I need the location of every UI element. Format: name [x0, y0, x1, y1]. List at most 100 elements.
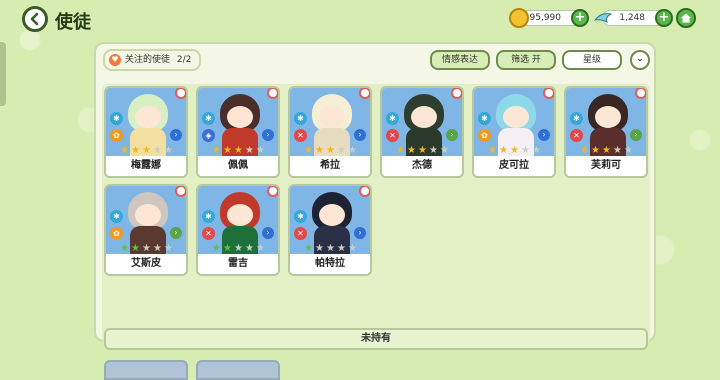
character-name: 雷吉 [198, 254, 278, 274]
star-icon: ★ [418, 145, 427, 156]
star-icon: ★ [131, 243, 140, 254]
bird-gem-icon [593, 13, 613, 24]
class-icon: ✕ [570, 129, 583, 142]
star-rating: ★ ★ ★ ★ ★ [212, 146, 266, 156]
star-rating: ★ ★ ★ ★ ★ [580, 146, 634, 156]
portrait-face [595, 106, 621, 128]
sort-star-button[interactable]: 星级 [562, 50, 622, 70]
star-icon: ★ [164, 243, 173, 254]
arrow-right-icon: › [630, 129, 642, 141]
filter-toggle-button[interactable]: 筛选 开 [496, 50, 556, 70]
favorite-filter-chip[interactable]: ♥ 关注的使徒 2/2 [103, 49, 202, 71]
chevron-left-icon [30, 12, 39, 26]
home-icon [681, 13, 691, 23]
portrait-face [227, 204, 253, 226]
element-snow-icon: ✱ [570, 112, 583, 125]
gold-counter: 295,990 + [509, 8, 589, 28]
star-rating: ★ ★ ★ ★ ★ [120, 244, 174, 254]
star-rating: ★ ★ ★ ★ ★ [120, 146, 174, 156]
star-icon: ★ [212, 243, 221, 254]
star-icon: ★ [602, 145, 611, 156]
character-card[interactable]: ✱ ✿ › ★ ★ ★ ★ ★ 艾斯皮 [104, 184, 188, 276]
star-icon: ★ [580, 145, 589, 156]
character-card[interactable]: ✱ ✕ › ★ ★ ★ ★ ★ 希拉 [288, 86, 372, 178]
star-icon: ★ [304, 145, 313, 156]
star-icon: ★ [429, 145, 438, 156]
star-icon: ★ [234, 243, 243, 254]
favorite-pin-icon[interactable] [267, 186, 278, 197]
star-icon: ★ [488, 145, 497, 156]
element-snow-icon: ✱ [386, 112, 399, 125]
back-button[interactable] [22, 6, 48, 32]
add-gold-button[interactable]: + [571, 9, 589, 27]
gold-coin-icon [509, 8, 529, 28]
character-card[interactable]: ✱ ✕ › ★ ★ ★ ★ ★ 芙莉可 [564, 86, 648, 178]
element-snow-icon: ✱ [478, 112, 491, 125]
unowned-card[interactable] [196, 360, 280, 380]
character-card[interactable]: ✱ ✕ › ★ ★ ★ ★ ★ 帕特拉 [288, 184, 372, 276]
character-card[interactable]: ✱ ✕ › ★ ★ ★ ★ ★ 雷吉 [196, 184, 280, 276]
star-icon: ★ [120, 145, 129, 156]
star-icon: ★ [613, 145, 622, 156]
star-icon: ★ [304, 243, 313, 254]
star-icon: ★ [315, 145, 324, 156]
star-rating: ★ ★ ★ ★ ★ [396, 146, 450, 156]
emotion-button[interactable]: 情感表达 [430, 50, 490, 70]
character-card[interactable]: ✱ ◈ › ★ ★ ★ ★ ★ 佩佩 [196, 86, 280, 178]
arrow-right-icon: › [170, 129, 182, 141]
star-icon: ★ [521, 145, 530, 156]
character-name: 皮可拉 [474, 156, 554, 176]
home-button[interactable] [676, 8, 696, 28]
favorite-pin-icon[interactable] [175, 186, 186, 197]
star-icon: ★ [326, 243, 335, 254]
star-icon: ★ [499, 145, 508, 156]
favorite-pin-icon[interactable] [267, 88, 278, 99]
star-icon: ★ [245, 145, 254, 156]
portrait-face [503, 106, 529, 128]
add-gem-button[interactable]: + [655, 9, 673, 27]
star-icon: ★ [348, 243, 357, 254]
character-name: 帕特拉 [290, 254, 370, 274]
star-icon: ★ [440, 145, 449, 156]
favorite-pin-icon[interactable] [451, 88, 462, 99]
star-icon: ★ [337, 243, 346, 254]
star-rating: ★ ★ ★ ★ ★ [488, 146, 542, 156]
star-icon: ★ [624, 145, 633, 156]
character-card[interactable]: ✱ ✿ › ★ ★ ★ ★ ★ 梅露娜 [104, 86, 188, 178]
favorite-pin-icon[interactable] [359, 186, 370, 197]
sort-direction-button[interactable]: ⌄ [630, 50, 650, 70]
character-card[interactable]: ✱ ✕ › ★ ★ ★ ★ ★ 杰德 [380, 86, 464, 178]
arrow-right-icon: › [446, 129, 458, 141]
class-icon: ✕ [294, 227, 307, 240]
arrow-right-icon: › [262, 227, 274, 239]
favorite-pin-icon[interactable] [635, 88, 646, 99]
unowned-card[interactable] [104, 360, 188, 380]
unowned-section-header[interactable]: 未持有 [104, 328, 648, 350]
favorite-pin-icon[interactable] [175, 88, 186, 99]
star-icon: ★ [131, 145, 140, 156]
character-grid: ✱ ✿ › ★ ★ ★ ★ ★ 梅露娜 ✱ ◈ › ★ ★ ★ ★ ★ 佩佩 ✱ ✕ › ★ ★ ★… [102, 84, 650, 380]
star-icon: ★ [223, 145, 232, 156]
star-icon: ★ [153, 243, 162, 254]
star-icon: ★ [348, 145, 357, 156]
page-title: 使徒 [55, 12, 91, 33]
class-icon: ◈ [202, 129, 215, 142]
favorite-pin-icon[interactable] [359, 88, 370, 99]
portrait-face [135, 204, 161, 226]
star-icon: ★ [256, 145, 265, 156]
star-icon: ★ [510, 145, 519, 156]
character-name: 梅露娜 [106, 156, 186, 176]
star-icon: ★ [212, 145, 221, 156]
side-tab-handle[interactable] [0, 42, 6, 106]
element-snow-icon: ✱ [202, 210, 215, 223]
favorite-pin-icon[interactable] [543, 88, 554, 99]
element-snow-icon: ✱ [202, 112, 215, 125]
element-snow-icon: ✱ [294, 210, 307, 223]
gem-counter: 1,248 + [593, 9, 673, 27]
arrow-right-icon: › [354, 227, 366, 239]
class-icon: ✿ [478, 129, 491, 142]
star-rating: ★ ★ ★ ★ ★ [304, 244, 358, 254]
portrait-face [227, 106, 253, 128]
character-card[interactable]: ✱ ✿ › ★ ★ ★ ★ ★ 皮可拉 [472, 86, 556, 178]
portrait-face [319, 204, 345, 226]
